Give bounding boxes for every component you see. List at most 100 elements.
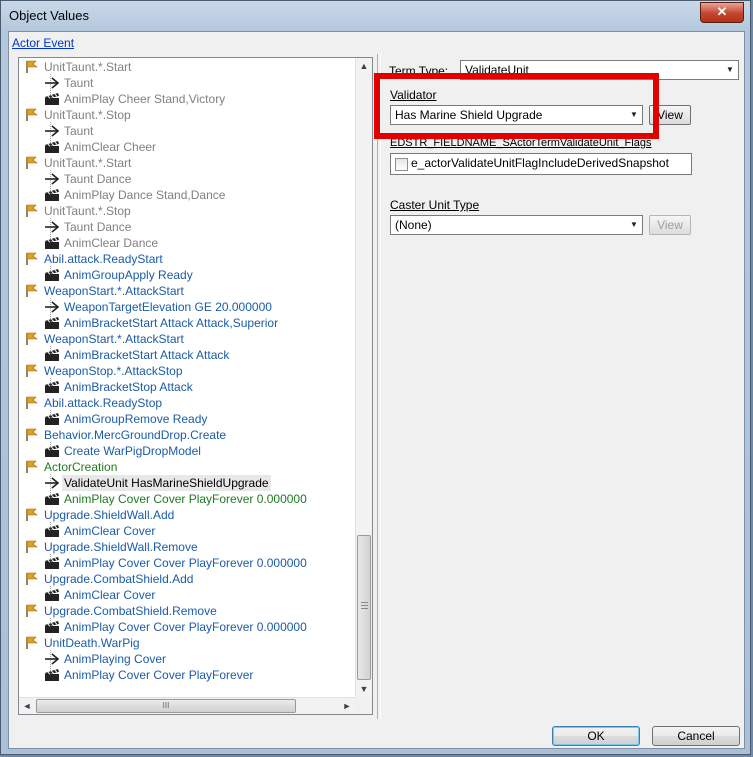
event-flag-icon [24,284,40,298]
tree-node-label: Upgrade.ShieldWall.Remove [44,540,198,554]
title-bar[interactable]: Object Values ✕ [1,1,750,31]
caster-view-button[interactable]: View [649,215,691,235]
tree-node-label: Taunt [64,76,94,90]
flag-option-label: e_actorValidateUnitFlagIncludeDerivedSna… [411,156,669,170]
caster-unit-type-label: Caster Unit Type [390,198,480,212]
horizontal-scroll-thumb[interactable]: III [36,699,296,713]
scroll-down-arrow[interactable]: ▼ [356,681,372,698]
tree-node-label: UnitTaunt.*.Stop [44,204,131,218]
grip-line [361,605,368,606]
clapperboard-icon [44,412,60,426]
clapperboard-icon [44,556,60,570]
clapperboard-icon [44,348,60,362]
panel-splitter[interactable] [377,54,381,719]
tree-node-label: Upgrade.CombatShield.Remove [44,604,217,618]
tree-node-label: AnimClear Cover [64,524,156,538]
arrow-right-icon [44,476,60,490]
event-flag-icon [24,364,40,378]
tree-node-label: UnitDeath.WarPig [44,636,140,650]
tree-node-label: UnitTaunt.*.Start [44,156,132,170]
tree-node-label: AnimClear Cheer [64,140,157,154]
ok-button[interactable]: OK [552,726,640,746]
clapperboard-icon [44,588,60,602]
event-flag-icon [24,460,40,474]
event-flag-icon [24,428,40,442]
chevron-down-icon: ▼ [630,220,638,229]
close-icon: ✕ [716,4,728,19]
tree-node-label: Upgrade.ShieldWall.Add [44,508,175,522]
caster-unit-type-combo[interactable]: (None) ▼ [390,215,643,235]
arrow-right-icon [44,124,60,138]
validator-highlight-box [374,73,659,139]
event-flag-icon [24,396,40,410]
tree-node-label: WeaponTargetElevation GE 20.000000 [64,300,272,314]
grip-line [361,602,368,603]
close-button[interactable]: ✕ [700,2,744,23]
tree-node-label: Taunt Dance [64,172,132,186]
event-flag-icon [24,108,40,122]
tree-node-label: AnimPlay Cover Cover PlayForever 0.00000… [64,492,307,506]
clapperboard-icon [44,668,60,682]
clapperboard-icon [44,140,60,154]
tree-node-label: AnimBracketStop Attack [64,380,193,394]
arrow-right-icon [44,652,60,666]
event-flag-icon [24,508,40,522]
clapperboard-icon [44,268,60,282]
tree-node-label: AnimClear Dance [64,236,159,250]
clapperboard-icon [44,236,60,250]
arrow-right-icon [44,172,60,186]
cancel-button[interactable]: Cancel [652,726,740,746]
grip-line [361,608,368,609]
vertical-scrollbar[interactable]: ▲ ▼ [355,58,372,698]
tree-rows: UnitTaunt.*.Start Taunt AnimPlay Cheer Sta… [19,58,356,698]
actor-event-link[interactable]: Actor Event [12,36,74,50]
tree-node-label: AnimGroupRemove Ready [64,412,208,426]
caster-unit-type-value: (None) [395,218,432,232]
tree-node-label: ActorCreation [44,460,118,474]
arrow-right-icon [44,300,60,314]
tree-node-label: AnimBracketStart Attack Attack [64,348,230,362]
event-flag-icon [24,572,40,586]
tree-node-label: AnimGroupApply Ready [64,268,193,282]
tree-node-label: Create WarPigDropModel [64,444,201,458]
tree-node-label: Behavior.MercGroundDrop.Create [44,428,227,442]
arrow-right-icon [44,76,60,90]
dialog-body: Actor Event UnitTaunt.*.Start Taunt AnimPl… [8,31,745,749]
clapperboard-icon [44,316,60,330]
event-flag-icon [24,204,40,218]
tree-node-label: AnimPlay Cover Cover PlayForever 0.00000… [64,620,307,634]
scroll-up-arrow[interactable]: ▲ [356,58,372,75]
event-flag-icon [24,332,40,346]
tree-node-label: AnimClear Cover [64,588,156,602]
tree-node-label: Taunt [64,124,94,138]
scroll-right-arrow[interactable]: ► [339,698,355,714]
tree-node-label: AnimPlay Cover Cover PlayForever 0.00000… [64,556,307,570]
flags-list[interactable]: e_actorValidateUnitFlagIncludeDerivedSna… [390,153,692,175]
clapperboard-icon [44,444,60,458]
event-flag-icon [24,156,40,170]
include-derived-snapshot-checkbox[interactable] [395,158,408,171]
scroll-corner [355,697,372,714]
clapperboard-icon [44,92,60,106]
event-flag-icon [24,60,40,74]
horizontal-scrollbar[interactable]: ◄ III ► [19,697,356,714]
event-flag-icon [24,636,40,650]
tree-node-label: AnimPlay Cheer Stand,Victory [64,92,226,106]
clapperboard-icon [44,492,60,506]
tree-node-label: Abil.attack.ReadyStart [44,252,163,266]
tree-node-label: Upgrade.CombatShield.Add [44,572,194,586]
tree-node-label: ValidateUnit HasMarineShieldUpgrade [62,475,271,491]
tree-node-label: WeaponStart.*.AttackStart [44,284,184,298]
tree-node-label: AnimPlaying Cover [64,652,167,666]
event-tree[interactable]: UnitTaunt.*.Start Taunt AnimPlay Cheer Sta… [18,57,373,715]
tree-node-label: Abil.attack.ReadyStop [44,396,163,410]
tree-node-label: AnimPlay Cover Cover PlayForever [64,668,254,682]
event-flag-icon [24,540,40,554]
event-flag-icon [24,604,40,618]
tree-node-label: UnitTaunt.*.Start [44,60,132,74]
scroll-left-arrow[interactable]: ◄ [19,698,35,714]
vertical-scroll-thumb[interactable] [357,535,371,680]
window-title: Object Values [9,8,89,23]
event-flag-icon [24,252,40,266]
clapperboard-icon [44,620,60,634]
